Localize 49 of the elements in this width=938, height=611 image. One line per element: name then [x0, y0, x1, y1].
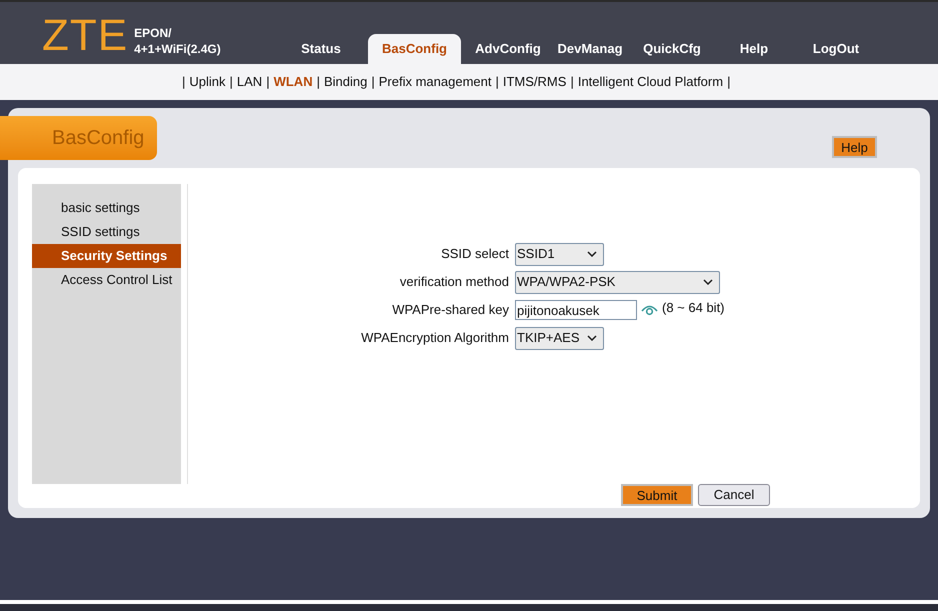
- field-label: WPAPre-shared key: [391, 301, 510, 320]
- nav-tab[interactable]: QuickCfg: [631, 34, 713, 64]
- sidebar-item[interactable]: SSID settings: [32, 220, 181, 244]
- separator-text: |: [727, 73, 730, 92]
- separator-text: |: [495, 73, 499, 92]
- separator-text: |: [230, 73, 233, 92]
- subnav-link[interactable]: Binding: [324, 72, 368, 92]
- cancel-button[interactable]: Cancel: [698, 484, 770, 506]
- separator-text: |: [266, 73, 270, 92]
- nav-tab[interactable]: DevManag: [549, 34, 631, 64]
- field-label: verification method: [398, 273, 510, 292]
- select-field[interactable]: SSID1: [515, 242, 604, 266]
- separator-text: |: [371, 73, 375, 92]
- separator-text: |: [570, 73, 574, 92]
- nav-tab[interactable]: Status: [280, 34, 362, 64]
- submit-button[interactable]: Submit: [621, 484, 693, 506]
- select-value: SSID1: [517, 245, 555, 264]
- chevron-down-icon: [703, 279, 713, 285]
- subnav-link[interactable]: Prefix management: [378, 72, 492, 92]
- chevron-down-icon: [587, 335, 597, 341]
- model-text: 4+1+WiFi(2.4G): [134, 41, 221, 57]
- eye-icon[interactable]: [641, 304, 658, 316]
- select-field[interactable]: TKIP+AES: [515, 326, 604, 350]
- separator-text: |: [316, 73, 320, 92]
- subnav-link[interactable]: Intelligent Cloud Platform: [578, 72, 724, 92]
- subnav-link[interactable]: Uplink: [189, 72, 226, 92]
- select-value: WPA/WPA2-PSK: [517, 273, 616, 292]
- sidebar-item[interactable]: Access Control List: [32, 268, 181, 292]
- nav-tab[interactable]: LogOut: [795, 34, 877, 64]
- subnav-link[interactable]: WLAN: [274, 72, 313, 92]
- separator-text: |: [182, 73, 186, 92]
- subnav-link[interactable]: LAN: [236, 72, 262, 92]
- subnav-link[interactable]: ITMS/RMS: [502, 72, 566, 92]
- nav-tab[interactable]: AdvConfig: [467, 34, 549, 64]
- sidebar-item[interactable]: Security Settings: [32, 244, 181, 268]
- chevron-down-icon: [587, 251, 597, 257]
- help-button[interactable]: Help: [832, 136, 877, 158]
- select-field[interactable]: WPA/WPA2-PSK: [515, 270, 720, 294]
- field-label: WPAEncryption Algorithm: [360, 329, 510, 348]
- nav-tab[interactable]: Help: [713, 34, 795, 64]
- sidebar-item[interactable]: basic settings: [32, 196, 181, 220]
- nav-tab[interactable]: BasConfig: [368, 34, 461, 64]
- panel-title: BasConfig: [0, 116, 157, 160]
- logo: ZTE: [42, 14, 128, 58]
- model-text: EPON/: [134, 25, 172, 41]
- hint-text: (8 ~ 64 bit): [662, 299, 725, 318]
- input-field[interactable]: pijitonoakusek: [515, 300, 637, 320]
- select-value: TKIP+AES: [517, 329, 580, 348]
- field-label: SSID select: [440, 245, 510, 264]
